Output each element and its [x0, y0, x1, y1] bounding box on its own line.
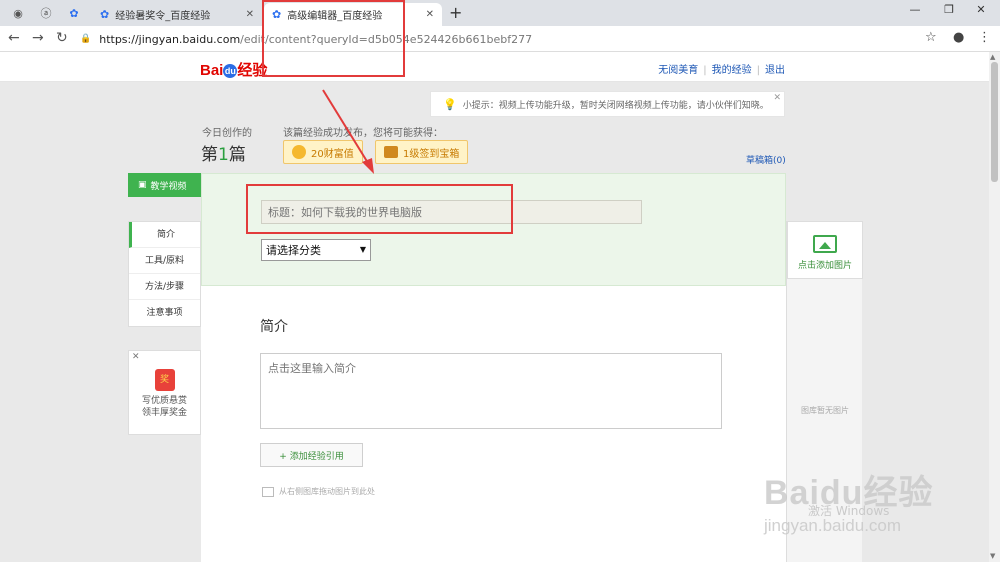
tab-advanced-editor[interactable]: ✿ 高级编辑器_百度经验 ✕ [264, 3, 442, 26]
baidu-jingyan-watermark: Baidu经验 [764, 474, 934, 512]
drag-hint-text: 从右侧图库拖动图片到此处 [279, 487, 375, 496]
baidu-paw-icon: ✿ [100, 8, 110, 21]
arrow-head [362, 158, 374, 174]
coin-icon [292, 145, 306, 159]
close-icon[interactable]: ✕ [246, 9, 254, 20]
lock-icon: 🔒 [80, 34, 92, 44]
baidu-paw-icon: ✿ [272, 8, 282, 21]
back-icon[interactable]: ← [8, 30, 20, 46]
treasure-reward-badge: 1级签到宝箱 [375, 140, 469, 164]
bookmark-star-icon[interactable]: ☆ [925, 30, 937, 45]
minimize-icon[interactable]: — [900, 3, 930, 16]
browser-tab-bar: ◉ ⓐ ✿ ✿ 经验暑奖令_百度经验 ✕ ✿ 高级编辑器_百度经验 ✕ + — … [0, 0, 1000, 26]
promo-text: 写优质悬赏 领丰厚奖金 [129, 395, 200, 419]
count-prefix: 第 [201, 145, 218, 165]
baidu-jingyan-logo[interactable]: Bai du 经验 [200, 59, 267, 80]
address-bar: ← → ↻ 🔒 https://jingyan.baidu.com/edit/c… [0, 26, 1000, 52]
tab-title: 高级编辑器_百度经验 [287, 11, 383, 22]
menu-icon[interactable]: ⋮ [978, 30, 991, 45]
teaching-video-button[interactable]: ▣ 教学视频 [128, 173, 201, 197]
add-image-button[interactable]: 点击添加图片 [787, 221, 863, 279]
nav-item-intro[interactable]: 简介 [129, 222, 200, 248]
url-field[interactable]: 🔒 https://jingyan.baidu.com/edit/content… [80, 29, 945, 49]
today-label: 今日创作的 [202, 128, 252, 139]
nav-item-tools[interactable]: 工具/原料 [129, 248, 200, 274]
user-links: 无阅美育 | 我的经验 | 退出 [658, 65, 785, 76]
title-input[interactable] [261, 200, 642, 224]
wealth-reward-badge: 20财富值 [283, 140, 363, 164]
drafts-link[interactable]: 草稿箱(0) [746, 153, 786, 166]
count-number: 1 [218, 145, 229, 165]
page-scrollbar[interactable]: ▲ ▼ [989, 52, 1000, 562]
treasure-box-icon [384, 146, 398, 158]
video-icon: ▣ [138, 180, 147, 190]
count-suffix: 篇 [228, 145, 246, 165]
pinned-tab-baidu-icon[interactable]: ✿ [62, 4, 86, 22]
video-button-label: 教学视频 [150, 181, 187, 192]
reward-label: 该篇经验成功发布，您将可能获得： [283, 128, 443, 139]
scroll-up-icon[interactable]: ▲ [990, 53, 995, 61]
close-icon[interactable]: ✕ [132, 352, 140, 362]
drag-image-hint: 从右侧图库拖动图片到此处 [262, 486, 375, 497]
section-title-intro: 简介 [260, 319, 288, 335]
gallery-empty-text: 图库暂无图片 [801, 406, 849, 415]
tip-bar: 💡 小提示：视频上传功能升级，暂时关闭网络视频上传功能，请小伙伴们知晓。 ✕ [430, 91, 785, 117]
forward-icon[interactable]: → [32, 30, 44, 46]
watermark-url: jingyan.baidu.com [764, 516, 902, 535]
nav-item-steps[interactable]: 方法/步骤 [129, 274, 200, 300]
red-envelope-icon: 奖 [154, 369, 175, 391]
promo-line-1: 写优质悬赏 [141, 396, 187, 406]
image-icon [262, 486, 274, 497]
nav-item-notes[interactable]: 注意事项 [129, 300, 200, 326]
new-tab-button[interactable]: + [449, 3, 462, 22]
reward-1-text: 20财富值 [311, 148, 354, 160]
tab-title: 经验暑奖令_百度经验 [115, 11, 211, 22]
section-nav: 简介 工具/原料 方法/步骤 注意事项 [128, 221, 201, 327]
promo-line-2: 领丰厚奖金 [141, 408, 187, 418]
category-selected-value: 请选择分类 [266, 244, 321, 257]
logout-link[interactable]: 退出 [765, 65, 785, 76]
add-reference-button[interactable]: + 添加经验引用 [260, 443, 363, 467]
tip-text: 小提示：视频上传功能升级，暂时关闭网络视频上传功能，请小伙伴们知晓。 [462, 100, 769, 111]
intro-textarea[interactable] [260, 353, 722, 429]
site-header: Bai du 经验 无阅美育 | 我的经验 | 退出 [0, 52, 989, 82]
logo-text: Bai [200, 62, 224, 79]
pinned-tab-globe-icon[interactable]: ◉ [6, 4, 30, 22]
chevron-down-icon: ▼ [359, 245, 366, 254]
pinned-tab-a-icon[interactable]: ⓐ [34, 4, 58, 22]
close-icon[interactable]: ✕ [773, 93, 781, 103]
editor-area: 请选择分类 ▼ 简介 + 添加经验引用 从右侧图库拖动图片到此处 [201, 173, 786, 562]
add-picture-icon [813, 235, 837, 253]
tab-jingyan-award[interactable]: ✿ 经验暑奖令_百度经验 ✕ [92, 3, 262, 26]
logo-suffix: 经验 [237, 62, 268, 79]
url-path: /edit/content?queryId=d5b054e524426b661b… [240, 32, 533, 46]
bounty-promo[interactable]: ✕ 奖 写优质悬赏 领丰厚奖金 [128, 350, 201, 435]
today-count: 第1篇 [201, 140, 246, 165]
url-host: https://jingyan.baidu.com [99, 32, 241, 46]
window-close-icon[interactable]: ✕ [966, 3, 996, 16]
close-icon[interactable]: ✕ [426, 9, 434, 20]
logo-du: du [223, 64, 238, 79]
editor-title-section: 请选择分类 ▼ [201, 173, 786, 286]
scroll-down-icon[interactable]: ▼ [990, 552, 995, 560]
reward-2-text: 1级签到宝箱 [403, 148, 460, 160]
username-link[interactable]: 无阅美育 [658, 65, 698, 76]
add-image-label: 点击添加图片 [797, 261, 852, 271]
reload-icon[interactable]: ↻ [56, 30, 68, 46]
scroll-thumb[interactable] [991, 62, 998, 182]
maximize-icon[interactable]: ❐ [934, 3, 964, 16]
lightbulb-icon: 💡 [443, 97, 457, 111]
category-select[interactable]: 请选择分类 ▼ [261, 239, 371, 261]
my-experience-link[interactable]: 我的经验 [712, 65, 752, 76]
profile-icon[interactable]: ● [953, 30, 964, 45]
